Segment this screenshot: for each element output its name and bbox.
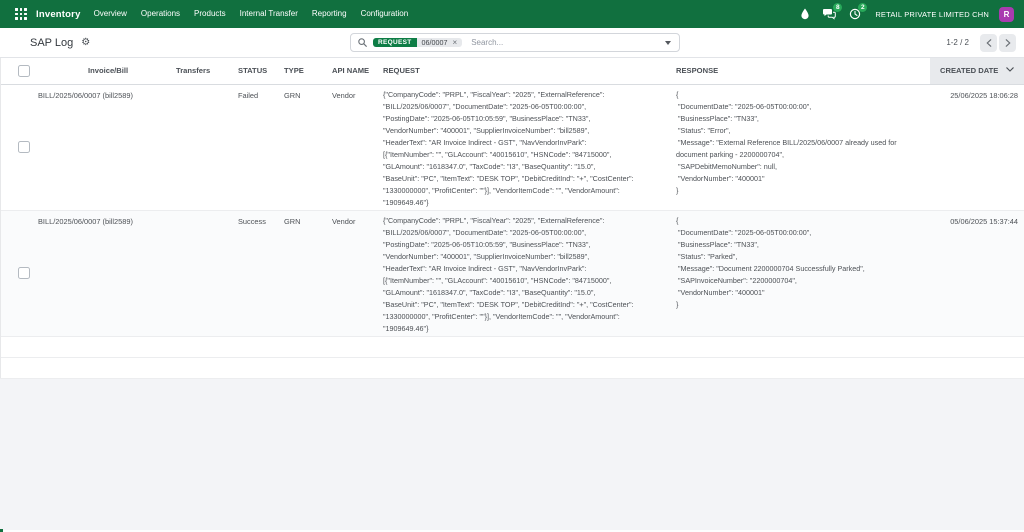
menu-item-reporting[interactable]: Reporting (305, 0, 354, 28)
column-header-created-date[interactable]: CREATED DATE (930, 58, 1024, 85)
row-checkbox[interactable] (18, 267, 30, 279)
user-avatar[interactable]: R (999, 6, 1014, 22)
sap-log-list: Invoice/Bill Transfers STATUS TYPE API N… (0, 58, 1024, 379)
activity-clock-icon[interactable]: 2 (849, 3, 868, 20)
created-date-header-label: CREATED DATE (940, 66, 999, 76)
cell-status[interactable]: Failed (230, 84, 276, 211)
menu-item-overview[interactable]: Overview (87, 0, 134, 28)
search-dropdown-toggle[interactable] (657, 34, 679, 51)
menu-item-internal-transfer[interactable]: Internal Transfer (233, 0, 305, 28)
pager: 1-2 / 2 (946, 33, 1016, 52)
select-all-checkbox[interactable] (18, 64, 30, 77)
pager-previous-button[interactable] (980, 33, 997, 52)
empty-row (0, 357, 1024, 379)
menu-item-products[interactable]: Products (187, 0, 233, 28)
table-row[interactable]: BILL/2025/06/0007 (bill2589) Success GRN… (0, 210, 1024, 337)
messages-icon[interactable]: 8 (823, 3, 843, 20)
menu-item-configuration[interactable]: Configuration (354, 0, 416, 28)
pager-range: 1-2 / 2 (946, 38, 969, 47)
table-row[interactable]: BILL/2025/06/0007 (bill2589) Failed GRN … (0, 84, 1024, 211)
search-icon (358, 38, 367, 47)
pager-next-button[interactable] (999, 33, 1016, 52)
top-navbar: Inventory Overview Operations Products I… (0, 0, 1024, 28)
row-select-cell (0, 84, 36, 211)
column-header-response[interactable]: RESPONSE (674, 58, 930, 85)
row-select-cell (0, 210, 36, 337)
page-title: SAP Log (30, 36, 74, 49)
activities-badge: 2 (858, 3, 868, 12)
main-menu: Overview Operations Products Internal Tr… (87, 0, 416, 28)
cell-created-date[interactable]: 25/06/2025 18:06:28 (930, 84, 1024, 211)
cell-type[interactable]: GRN (276, 84, 324, 211)
cell-type[interactable]: GRN (276, 210, 324, 337)
column-header-status[interactable]: STATUS (230, 58, 276, 85)
facet-remove-icon[interactable]: × (452, 38, 463, 47)
column-header-api-name[interactable]: API NAME (324, 58, 380, 85)
column-header-type[interactable]: TYPE (276, 58, 324, 85)
navbar-right: 8 2 RETAIL PRIVATE LIMITED CHN R (787, 3, 1014, 22)
cell-invoice-bill[interactable]: BILL/2025/06/0007 (bill2589) (36, 84, 170, 211)
cell-created-date[interactable]: 05/06/2025 15:37:44 (930, 210, 1024, 337)
search-facet: REQUEST 06/0007 × (373, 38, 463, 47)
search-input[interactable] (469, 37, 657, 48)
cell-status[interactable]: Success (230, 210, 276, 337)
cell-invoice-bill[interactable]: BILL/2025/06/0007 (bill2589) (36, 210, 170, 337)
messages-badge: 8 (833, 3, 843, 12)
screen: Inventory Overview Operations Products I… (0, 0, 1024, 532)
column-header-request[interactable]: REQUEST (380, 58, 674, 85)
droplet-icon[interactable] (800, 8, 810, 20)
list-left-border (0, 58, 1, 378)
records-table: Invoice/Bill Transfers STATUS TYPE API N… (0, 58, 1024, 379)
sort-desc-chevron-icon (1006, 67, 1015, 73)
column-header-transfers[interactable]: Transfers (170, 58, 230, 85)
row-checkbox[interactable] (18, 141, 30, 153)
column-header-invoice-bill[interactable]: Invoice/Bill (36, 58, 170, 85)
gear-icon[interactable]: ⚙ (81, 37, 90, 48)
menu-item-operations[interactable]: Operations (134, 0, 187, 28)
chevron-right-icon (1005, 38, 1011, 47)
apps-grid-icon[interactable] (15, 8, 27, 20)
cell-api-name[interactable]: Vendor (324, 210, 380, 337)
caret-down-icon (665, 40, 671, 45)
company-switcher[interactable]: RETAIL PRIVATE LIMITED CHN (875, 10, 989, 19)
cell-transfers[interactable] (170, 210, 230, 337)
select-all-cell (0, 58, 36, 85)
cell-request[interactable]: {"CompanyCode": "PRPL", "FiscalYear": "2… (380, 84, 674, 211)
cell-api-name[interactable]: Vendor (324, 84, 380, 211)
control-panel: SAP Log ⚙ REQUEST 06/0007 × 1-2 / 2 (0, 28, 1024, 58)
empty-row (0, 336, 1024, 358)
search-bar: REQUEST 06/0007 × (350, 33, 680, 52)
search-facet-value: 06/0007 (421, 38, 448, 47)
search-facet-label: REQUEST (373, 38, 417, 47)
cell-request[interactable]: {"CompanyCode": "PRPL", "FiscalYear": "2… (380, 210, 674, 337)
cell-response[interactable]: { "DocumentDate": "2025-06-05T00:00:00",… (674, 210, 930, 337)
cell-response[interactable]: { "DocumentDate": "2025-06-05T00:00:00",… (674, 84, 930, 211)
app-name[interactable]: Inventory (36, 9, 81, 20)
header-row: Invoice/Bill Transfers STATUS TYPE API N… (0, 58, 1024, 85)
cell-transfers[interactable] (170, 84, 230, 211)
chevron-left-icon (985, 38, 991, 47)
